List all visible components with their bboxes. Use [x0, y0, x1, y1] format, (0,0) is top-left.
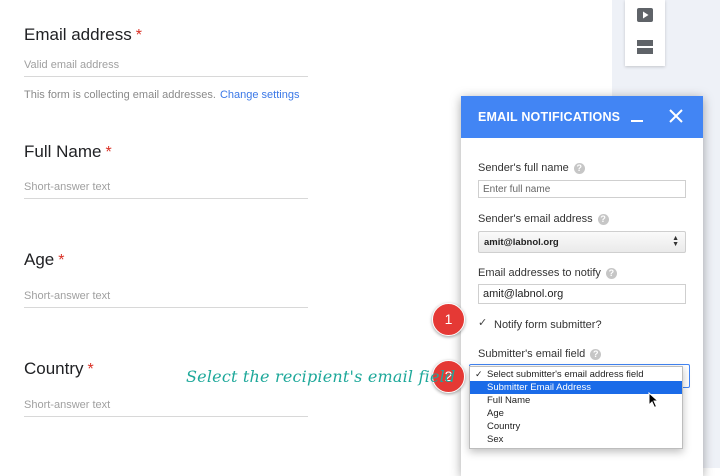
sender-email-label: Sender's email address? — [478, 213, 609, 225]
help-icon[interactable]: ? — [573, 162, 585, 174]
dialog-header: EMAIL NOTIFICATIONS — [461, 96, 703, 138]
dialog-title: EMAIL NOTIFICATIONS — [478, 110, 621, 124]
step-badge-1: 1 — [432, 303, 465, 336]
notify-submitter-checkbox[interactable]: ✓ — [478, 318, 489, 329]
question-full-name-title: Full Name * — [24, 142, 112, 161]
minimize-icon[interactable] — [627, 106, 647, 126]
notify-addresses-input[interactable]: amit@labnol.org — [478, 284, 686, 304]
full-name-answer-field[interactable]: Short-answer text — [24, 181, 308, 199]
dropdown-option[interactable]: Select submitter's email address field — [470, 368, 682, 381]
sender-email-select[interactable]: amit@labnol.org ▲ ▼ — [478, 231, 686, 253]
sender-name-input[interactable]: Enter full name — [478, 180, 686, 198]
select-arrows-icon: ▲ ▼ — [672, 235, 679, 248]
question-age-title: Age * — [24, 250, 65, 269]
collecting-emails-note: This form is collecting email addresses.… — [24, 89, 300, 101]
required-mark: * — [105, 144, 112, 161]
required-mark: * — [58, 252, 65, 269]
help-icon[interactable]: ? — [605, 267, 617, 279]
change-settings-link[interactable]: Change settings — [220, 89, 300, 101]
required-mark: * — [135, 27, 142, 44]
annotation-note: Select the recipient's email field — [186, 367, 456, 386]
age-answer-field[interactable]: Short-answer text — [24, 290, 308, 308]
dropdown-option[interactable]: Country — [470, 420, 682, 433]
dropdown-option[interactable]: Sex — [470, 433, 682, 446]
form-toolbar — [625, 0, 665, 66]
submitter-field-label: Submitter's email field? — [478, 348, 602, 360]
notify-submitter-label: Notify form submitter? — [494, 319, 602, 331]
notify-addresses-label: Email addresses to notify? — [478, 267, 617, 279]
mouse-cursor-icon — [648, 392, 660, 409]
help-icon[interactable]: ? — [590, 348, 602, 360]
close-icon[interactable] — [666, 106, 686, 126]
country-answer-field[interactable]: Short-answer text — [24, 399, 308, 417]
required-mark: * — [87, 361, 94, 378]
video-icon[interactable] — [636, 6, 654, 24]
help-icon[interactable]: ? — [597, 213, 609, 225]
email-answer-field[interactable]: Valid email address — [24, 59, 308, 77]
question-country-title: Country * — [24, 359, 94, 378]
question-email-title: Email address * — [24, 25, 142, 44]
section-icon[interactable] — [636, 38, 654, 56]
sender-name-label: Sender's full name? — [478, 162, 585, 174]
